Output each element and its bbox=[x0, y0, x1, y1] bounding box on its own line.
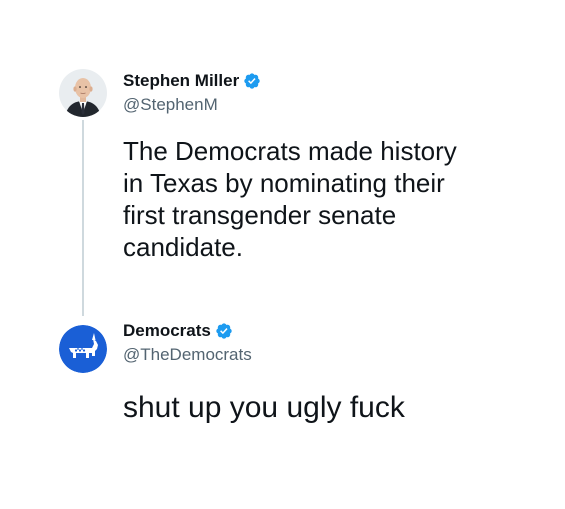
handle[interactable]: @TheDemocrats bbox=[123, 344, 252, 366]
verified-badge-icon bbox=[243, 72, 261, 90]
avatar-democrats[interactable] bbox=[59, 325, 107, 373]
verified-badge-icon bbox=[215, 322, 233, 340]
display-name[interactable]: Stephen Miller bbox=[123, 70, 239, 92]
tweet-header: Stephen Miller @StephenM bbox=[123, 70, 261, 116]
thread-connector-line bbox=[82, 120, 84, 316]
democrats-donkey-logo-icon bbox=[59, 325, 107, 373]
handle[interactable]: @StephenM bbox=[123, 94, 261, 116]
avatar-stephen-miller[interactable] bbox=[59, 69, 107, 117]
tweet-body: The Democrats made history in Texas by n… bbox=[123, 136, 457, 262]
name-row: Democrats bbox=[123, 320, 252, 342]
tweet-header: Democrats @TheDemocrats bbox=[123, 320, 252, 366]
display-name[interactable]: Democrats bbox=[123, 320, 211, 342]
tweet-body: shut up you ugly fuck bbox=[123, 391, 405, 424]
profile-photo-icon bbox=[59, 69, 107, 117]
name-row: Stephen Miller bbox=[123, 70, 261, 92]
